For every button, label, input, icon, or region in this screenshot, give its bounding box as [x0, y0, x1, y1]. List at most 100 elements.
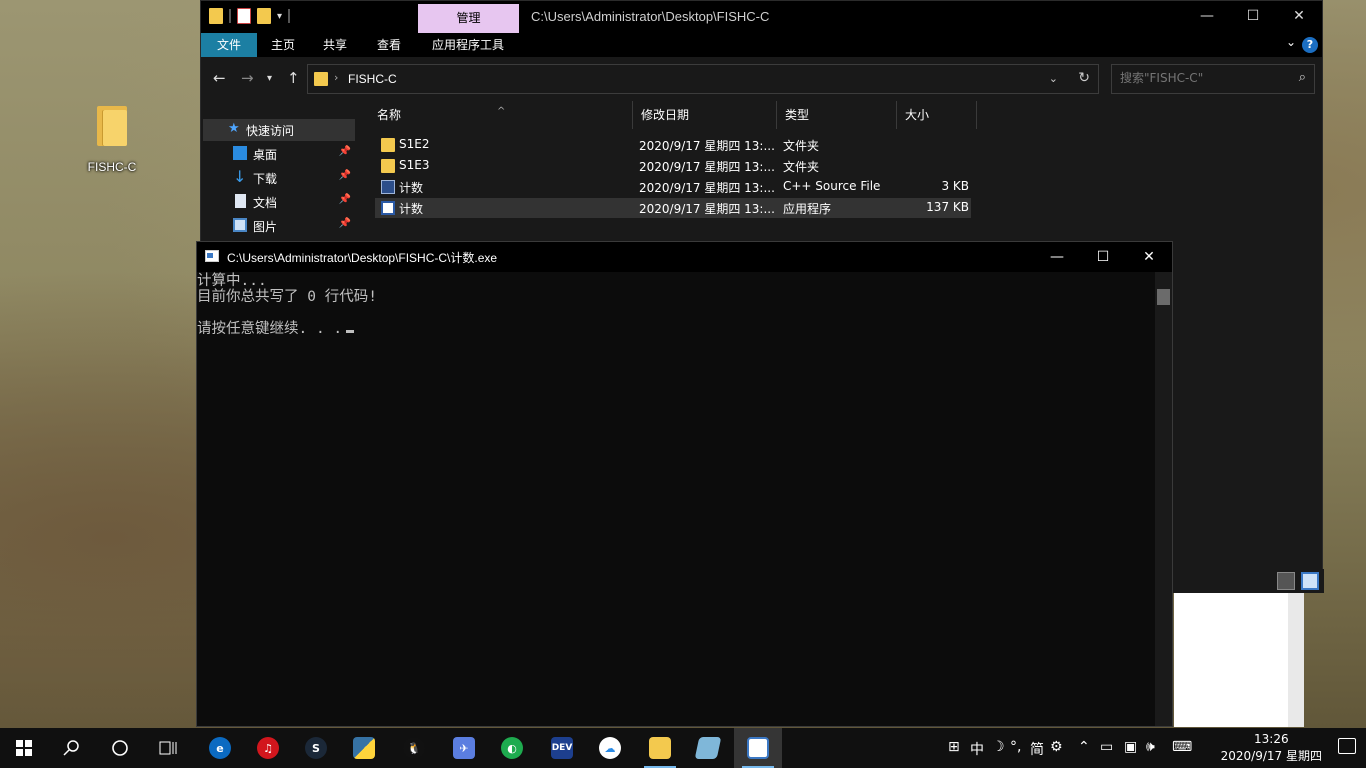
taskbar-app-feishu[interactable]: ✈ — [440, 728, 488, 768]
quick-access-toolbar: ▾ — [209, 8, 291, 24]
pin-icon[interactable]: 📌 — [339, 146, 351, 157]
network-icon[interactable]: ▣ — [1124, 739, 1137, 755]
search-box[interactable]: ⌕ — [1111, 64, 1315, 94]
taskbar-app-devcpp[interactable]: DEV — [538, 728, 586, 768]
punctuation-icon[interactable]: °, — [1010, 739, 1021, 755]
new-folder-icon[interactable] — [257, 8, 271, 24]
taskbar-app-python[interactable] — [340, 728, 388, 768]
star-icon: ★ — [228, 121, 240, 136]
console-titlebar: C:\Users\Administrator\Desktop\FISHC-C\计… — [197, 242, 1172, 272]
help-icon[interactable]: ? — [1302, 37, 1318, 53]
netease-music-icon: ♫ — [257, 737, 279, 759]
pin-icon[interactable]: 📌 — [339, 170, 351, 181]
refresh-icon[interactable]: ↻ — [1078, 70, 1090, 86]
tab-share[interactable]: 共享 — [313, 33, 357, 57]
folder-icon — [381, 159, 395, 173]
taskbar-app-netease-music[interactable]: ♫ — [244, 728, 292, 768]
large-icons-view-icon[interactable] — [1301, 572, 1319, 590]
settings-gear-icon[interactable]: ⚙ — [1050, 739, 1063, 755]
console-scrollbar[interactable] — [1155, 272, 1172, 726]
battery-icon[interactable]: ▭ — [1100, 739, 1113, 755]
keyboard-layout-icon[interactable]: ⊞ — [948, 739, 960, 755]
address-dropdown-icon[interactable]: ⌄ — [1049, 72, 1058, 85]
volume-icon[interactable]: 🕪 — [1146, 739, 1155, 755]
taskbar-app-edge[interactable]: e — [196, 728, 244, 768]
file-name: 计数 — [399, 202, 424, 216]
taskbar-app-notes[interactable] — [684, 728, 732, 768]
navigation-bar: ← → ▾ ↑ › FISHC-C ⌄ ↻ ⌕ — [201, 57, 1322, 101]
close-button[interactable]: ✕ — [1276, 1, 1322, 31]
expand-ribbon-icon[interactable]: ⌄ — [1286, 35, 1296, 49]
column-header-size[interactable]: 大小 — [897, 101, 977, 129]
desktop-icon-label: FISHC-C — [87, 160, 137, 174]
taskbar-app-baidu-netdisk[interactable]: ☁ — [586, 728, 634, 768]
sidebar-item-pictures[interactable]: 图片 📌 — [201, 215, 357, 237]
address-bar[interactable]: › FISHC-C ⌄ ↻ — [307, 64, 1099, 94]
maximize-button[interactable]: ☐ — [1080, 242, 1126, 272]
system-clock[interactable]: 13:26 2020/9/17 星期四 — [1221, 731, 1322, 765]
taskbar-app-qq[interactable]: 🐧 — [390, 728, 438, 768]
tab-view[interactable]: 查看 — [367, 33, 411, 57]
tab-manage[interactable]: 管理 — [418, 4, 519, 33]
file-row[interactable]: 计数 2020/9/17 星期四 13:... C++ Source File … — [375, 177, 971, 197]
taskbar-app-console[interactable] — [734, 728, 782, 768]
ime-mode-icon[interactable]: 中 — [970, 739, 984, 759]
properties-icon[interactable] — [237, 8, 251, 24]
moon-icon[interactable]: ☽ — [992, 739, 1005, 755]
breadcrumb[interactable]: FISHC-C — [348, 72, 397, 86]
file-date: 2020/9/17 星期四 13:... — [639, 202, 775, 216]
sidebar-item-quick-access[interactable]: ★ 快速访问 — [203, 119, 355, 141]
up-arrow-icon[interactable]: ↑ — [287, 69, 300, 87]
close-button[interactable]: ✕ — [1126, 242, 1172, 272]
breadcrumb-separator-icon[interactable]: › — [334, 71, 338, 84]
maximize-button[interactable]: ☐ — [1230, 1, 1276, 31]
minimize-button[interactable]: — — [1184, 1, 1230, 31]
scrollbar[interactable] — [1288, 593, 1304, 727]
touch-keyboard-icon[interactable]: ⌨ — [1172, 739, 1192, 755]
folder-icon[interactable] — [209, 8, 223, 24]
search-button[interactable] — [48, 728, 96, 768]
search-input[interactable] — [1120, 71, 1290, 85]
task-view-button[interactable] — [144, 728, 192, 768]
explorer-titlebar: ▾ 管理 C:\Users\Administrator\Desktop\FISH… — [201, 1, 1322, 33]
simplified-chinese-icon[interactable]: 简 — [1030, 739, 1044, 759]
file-row[interactable]: S1E3 2020/9/17 星期四 13:... 文件夹 — [375, 156, 971, 176]
forward-arrow-icon[interactable]: → — [241, 69, 254, 87]
document-icon — [235, 194, 246, 208]
tab-app-tools[interactable]: 应用程序工具 — [423, 33, 513, 57]
scrollbar-thumb[interactable] — [1157, 289, 1170, 305]
console-app-icon[interactable] — [205, 250, 219, 262]
console-app-icon — [747, 737, 769, 759]
details-view-icon[interactable] — [1277, 572, 1295, 590]
pin-icon[interactable]: 📌 — [339, 194, 351, 205]
back-arrow-icon[interactable]: ← — [213, 69, 226, 87]
customize-qat-icon[interactable]: ▾ — [277, 11, 282, 22]
tab-file[interactable]: 文件 — [201, 33, 257, 57]
sidebar-item-desktop[interactable]: 桌面 📌 — [201, 143, 357, 165]
cortana-button[interactable] — [96, 728, 144, 768]
minimize-button[interactable]: — — [1034, 242, 1080, 272]
column-header-type[interactable]: 类型 — [777, 101, 897, 129]
file-row[interactable]: S1E2 2020/9/17 星期四 13:... 文件夹 — [375, 135, 971, 155]
show-hidden-icons-icon[interactable]: ⌃ — [1078, 739, 1090, 755]
search-icon[interactable]: ⌕ — [1299, 70, 1306, 85]
column-header-name[interactable]: 名称 ^ — [369, 101, 633, 129]
notification-center-icon[interactable] — [1338, 738, 1356, 754]
steam-icon: S — [305, 737, 327, 759]
start-button[interactable] — [0, 728, 48, 768]
file-row-selected[interactable]: 计数 2020/9/17 星期四 13:... 应用程序 137 KB — [375, 198, 971, 218]
taskbar-app-green[interactable]: ◐ — [488, 728, 536, 768]
divider — [229, 9, 231, 23]
taskbar-app-file-explorer[interactable] — [636, 728, 684, 768]
tab-home[interactable]: 主页 — [261, 33, 305, 57]
download-icon: ↓ — [233, 167, 247, 186]
pin-icon[interactable]: 📌 — [339, 218, 351, 229]
sidebar-item-downloads[interactable]: ↓ 下载 📌 — [201, 167, 357, 189]
taskbar-app-steam[interactable]: S — [292, 728, 340, 768]
recent-locations-icon[interactable]: ▾ — [267, 73, 272, 84]
desktop-folder-fishc-c[interactable]: FISHC-C — [84, 106, 140, 174]
file-type: 应用程序 — [783, 202, 832, 216]
column-header-date[interactable]: 修改日期 — [633, 101, 777, 129]
console-output[interactable]: 计算中... 目前你总共写了 0 行代码! 请按任意键继续. . . — [197, 272, 1157, 726]
sidebar-item-documents[interactable]: 文档 📌 — [201, 191, 357, 213]
